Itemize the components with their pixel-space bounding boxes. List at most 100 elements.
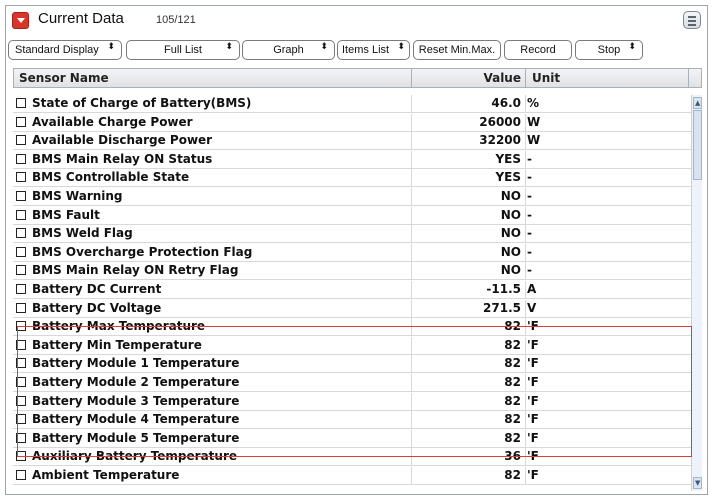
table-row[interactable]: BMS Main Relay ON Retry Flag NO - (13, 262, 691, 281)
row-checkbox[interactable] (16, 172, 26, 183)
table-row[interactable]: Battery Module 3 Temperature 82 'F (13, 392, 691, 411)
sensor-value: NO (500, 263, 521, 278)
column-divider (411, 243, 412, 262)
sensor-name: Ambient Temperature (32, 468, 180, 482)
column-divider (411, 150, 412, 169)
row-checkbox[interactable] (16, 302, 26, 313)
item-count: 105/121 (156, 14, 196, 26)
row-checkbox[interactable] (16, 377, 26, 387)
table-row[interactable]: Battery Module 2 Temperature 82 'F (13, 374, 691, 392)
row-checkbox[interactable] (16, 284, 26, 294)
table-row[interactable]: BMS Main Relay ON Status YES - (13, 150, 691, 169)
sensor-name: Battery Module 2 Temperature (32, 375, 240, 389)
column-divider (411, 448, 412, 467)
column-divider (525, 355, 526, 374)
table-row[interactable]: State of Charge of Battery(BMS) 46.0% (13, 95, 691, 113)
reset-min-max-button[interactable]: Reset Min.Max. (413, 40, 501, 60)
column-divider (525, 392, 526, 411)
row-checkbox[interactable] (16, 470, 26, 480)
sensor-unit: - (527, 151, 532, 166)
record-button[interactable]: Record (504, 40, 572, 60)
row-checkbox[interactable] (16, 339, 26, 350)
row-checkbox[interactable] (16, 135, 26, 146)
items-list-select[interactable]: Items List ⬍ (337, 40, 410, 60)
table-row[interactable]: Battery Max Temperature 82 'F (13, 318, 691, 337)
sensor-name: Available Discharge Power (32, 133, 213, 148)
sensor-unit: 'F (527, 356, 539, 371)
scroll-thumb[interactable] (693, 110, 702, 180)
graph-select[interactable]: Graph ⬍ (242, 40, 335, 60)
table-row[interactable]: Available Charge Power 26000 W (13, 113, 691, 132)
table-row[interactable]: Battery Min Temperature 82 'F (13, 336, 691, 355)
column-divider (525, 169, 526, 188)
record-label: Record (520, 44, 556, 56)
stop-select[interactable]: Stop ⬍ (575, 40, 643, 60)
table-row[interactable]: BMS Overcharge Protection Flag NO - (13, 243, 691, 262)
row-checkbox[interactable] (16, 414, 26, 425)
row-checkbox[interactable] (16, 265, 26, 276)
menu-icon[interactable] (683, 11, 701, 29)
sensor-unit: A (527, 282, 537, 296)
row-checkbox[interactable] (16, 153, 26, 164)
full-list-label: Full List (164, 44, 202, 56)
column-divider (525, 318, 526, 337)
column-divider (525, 281, 526, 299)
scroll-up-icon[interactable]: ▲ (693, 97, 702, 109)
sensor-value: 46.0 (491, 96, 521, 110)
sensor-name: Battery Min Temperature (32, 337, 202, 352)
sensor-value: 82 (504, 319, 521, 334)
column-divider (525, 132, 526, 151)
column-divider (411, 169, 412, 188)
sensor-value: YES (495, 151, 521, 166)
table-row[interactable]: BMS Weld Flag NO - (13, 225, 691, 244)
column-divider (411, 467, 412, 485)
sensor-value: 82 (504, 430, 521, 445)
standard-display-select[interactable]: Standard Display ⬍ (8, 40, 122, 60)
current-data-window: Current Data 105/121 Standard Display ⬍ … (5, 5, 708, 495)
row-checkbox[interactable] (16, 451, 26, 462)
header-sensor-name[interactable]: Sensor Name (14, 69, 412, 87)
row-checkbox[interactable] (16, 116, 26, 127)
header-unit[interactable]: Unit (526, 69, 689, 87)
table-row[interactable]: Battery Module 4 Temperature 82 'F (13, 411, 691, 430)
sensor-unit: - (527, 189, 532, 203)
column-divider (411, 336, 412, 355)
row-checkbox[interactable] (16, 432, 26, 443)
sensor-unit: - (527, 170, 532, 185)
row-checkbox[interactable] (16, 321, 26, 332)
table-row[interactable]: Auxiliary Battery Temperature 36 'F (13, 448, 691, 467)
collapse-arrow-icon[interactable] (12, 12, 29, 29)
table-row[interactable]: BMS Fault NO - (13, 206, 691, 225)
table-row[interactable]: Available Discharge Power 32200 W (13, 132, 691, 151)
table-row[interactable]: Ambient Temperature 82 'F (13, 467, 691, 485)
table-row[interactable]: Battery DC Current -11.5 A (13, 281, 691, 299)
table-row[interactable]: Battery Module 5 Temperature 82 'F (13, 429, 691, 448)
column-divider (525, 448, 526, 467)
table-row[interactable]: Battery Module 1 Temperature 82 'F (13, 355, 691, 374)
column-divider (411, 188, 412, 206)
updown-caret-icon: ⬍ (320, 41, 328, 51)
standard-display-label: Standard Display (15, 44, 99, 56)
sensor-name: Battery Module 4 Temperature (32, 412, 240, 427)
table-row[interactable]: BMS Controllable State YES - (13, 169, 691, 188)
row-checkbox[interactable] (16, 98, 26, 108)
sensor-value: 82 (504, 412, 521, 427)
row-checkbox[interactable] (16, 246, 26, 257)
row-checkbox[interactable] (16, 358, 26, 369)
sensor-value: 82 (504, 468, 521, 482)
row-checkbox[interactable] (16, 228, 26, 239)
sensor-unit: - (527, 226, 532, 241)
table-row[interactable]: Battery DC Voltage 271.5 V (13, 299, 691, 318)
vertical-scrollbar[interactable]: ▲ ▼ (691, 95, 702, 491)
row-checkbox[interactable] (16, 191, 26, 201)
scroll-down-icon[interactable]: ▼ (693, 477, 702, 489)
table-row[interactable]: BMS Warning NO - (13, 188, 691, 206)
sensor-unit: 'F (527, 375, 539, 389)
graph-label: Graph (273, 44, 304, 56)
row-checkbox[interactable] (16, 395, 26, 406)
table-header: Sensor Name Value Unit (13, 68, 702, 88)
header-value[interactable]: Value (412, 69, 526, 87)
row-checkbox[interactable] (16, 209, 26, 220)
full-list-select[interactable]: Full List ⬍ (126, 40, 240, 60)
sensor-value: -11.5 (486, 282, 521, 296)
